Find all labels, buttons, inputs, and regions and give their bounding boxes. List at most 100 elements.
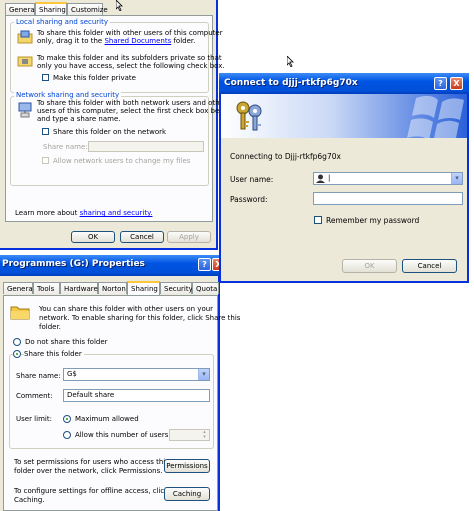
password-input[interactable] [313, 192, 463, 205]
tab-general[interactable]: General [5, 3, 37, 15]
share-network-checkbox[interactable] [42, 128, 49, 135]
max-allowed-label: Maximum allowed [75, 415, 139, 423]
tab-security[interactable]: Security [160, 282, 193, 294]
share-name-input[interactable] [88, 141, 204, 152]
make-private-checkbox[interactable] [42, 74, 49, 81]
tab-customize[interactable]: Customize [67, 3, 108, 15]
user-count-spinner[interactable]: ▴ ▾ [169, 429, 210, 441]
local-sharing-icon [17, 30, 33, 44]
tab-sharing[interactable]: Sharing [35, 2, 67, 16]
share-name-select[interactable]: G$ ▾ [63, 368, 210, 381]
comment-value: Default share [67, 391, 115, 399]
remember-password-label: Remember my password [326, 216, 420, 225]
mouse-pointer-icon [286, 55, 295, 68]
intro-line1: You can share this folder with other use… [39, 305, 214, 313]
share-network-label: Share this folder on the network [53, 128, 167, 136]
make-private-label: Make this folder private [53, 74, 136, 82]
network-share-icon [17, 102, 33, 118]
intro-line3: folder. [39, 323, 61, 331]
local-text-end: folder. [173, 37, 196, 45]
caching-text-line1: To configure settings for offline access… [14, 487, 169, 495]
share-name-value: G$ [67, 370, 77, 378]
tab-quota[interactable]: Quota [192, 282, 219, 294]
connect-dialog: Connect to djjj-rtkfp6g70x ? X Connectin… [219, 73, 469, 283]
shared-folder-icon [10, 304, 30, 320]
spinner-arrows-icon[interactable]: ▴ ▾ [200, 430, 209, 440]
shared-documents-link[interactable]: Shared Documents [104, 37, 171, 45]
user-limit-label: User limit: [16, 415, 52, 423]
username-label: User name: [230, 175, 274, 184]
cancel-button[interactable]: Cancel [402, 259, 457, 273]
title-bar: Connect to djjj-rtkfp6g70x ? X [219, 73, 469, 94]
caching-text-line2: Caching. [14, 496, 45, 504]
tab-norton[interactable]: Norton [98, 282, 127, 294]
local-text-line1: To share this folder with other users of… [37, 29, 223, 37]
keys-icon [233, 99, 267, 133]
allow-change-checkbox[interactable] [42, 157, 49, 164]
help-button[interactable]: ? [434, 77, 447, 90]
tab-general[interactable]: General [3, 282, 35, 294]
username-combobox[interactable]: | ▾ [313, 172, 463, 185]
local-sharing-title: Local sharing and security [14, 18, 111, 26]
connecting-text: Connecting to Djjj-rtkfp6g70x [230, 152, 341, 161]
permissions-button[interactable]: Permissions [164, 459, 210, 473]
dialog-title: Connect to djjj-rtkfp6g70x [224, 78, 358, 88]
intro-line2: network. To enable sharing for this fold… [39, 314, 241, 322]
caching-button[interactable]: Caching [164, 487, 210, 501]
do-not-share-radio[interactable] [13, 338, 21, 346]
user-icon [316, 174, 325, 183]
remember-password-checkbox[interactable] [314, 216, 322, 224]
close-button[interactable]: X [450, 77, 463, 90]
chevron-down-icon[interactable]: ▾ [198, 369, 209, 380]
learn-more-link[interactable]: sharing and security. [80, 209, 153, 217]
tab-panel: Local sharing and security To share this… [5, 15, 231, 222]
help-icon: ? [438, 79, 443, 88]
chevron-down-icon[interactable]: ▾ [451, 173, 462, 184]
network-text-line2: users of this computer, select the first… [37, 107, 232, 115]
tab-strip: General Tools Hardware Norton Sharing Se… [3, 281, 219, 296]
network-text-line1: To share this folder with both network u… [37, 99, 227, 107]
ok-button[interactable]: OK [71, 231, 115, 243]
max-allowed-radio[interactable] [63, 415, 71, 423]
mouse-pointer-icon [115, 0, 124, 12]
tab-tools[interactable]: Tools [33, 282, 60, 294]
tab-hardware[interactable]: Hardware [60, 282, 98, 294]
share-this-radio[interactable] [13, 350, 21, 358]
username-value: | [328, 174, 331, 182]
tab-panel: You can share this folder with other use… [3, 295, 240, 511]
tab-sharing[interactable]: Sharing [127, 281, 160, 295]
learn-more-line: Learn more about sharing and security. [15, 209, 152, 217]
password-label: Password: [230, 195, 268, 204]
window-title: Programmes (G:) Properties [2, 259, 145, 269]
ok-button: OK [342, 259, 397, 273]
folder-properties-window: General Sharing Customize Local sharing … [0, 0, 231, 250]
drive-properties-window: Programmes (G:) Properties ? X General T… [0, 255, 240, 511]
network-sharing-title: Network sharing and security [14, 91, 122, 99]
help-icon: ? [202, 260, 207, 269]
private-text-line2: only you have access, select the followi… [37, 62, 225, 70]
windows-logo-icon [406, 94, 467, 138]
share-name-label: Share name: [16, 372, 61, 380]
network-text-line3: and type a share name. [37, 115, 121, 123]
cancel-button[interactable]: Cancel [120, 231, 164, 243]
permissions-text-line1: To set permissions for users who access … [14, 458, 169, 466]
dialog-banner [221, 94, 467, 138]
do-not-share-label: Do not share this folder [25, 338, 108, 346]
local-text-line2: only, drag it to the Shared Documents fo… [37, 37, 195, 45]
permissions-text-line2: folder over the network, click Permissio… [14, 467, 163, 475]
private-folder-icon [17, 53, 33, 67]
local-text-part: only, drag it to the [37, 37, 103, 45]
help-button[interactable]: ? [198, 258, 211, 271]
share-this-label: Share this folder [24, 350, 84, 358]
apply-button: Apply [167, 231, 211, 243]
close-icon: X [453, 79, 460, 88]
private-text-line1: To make this folder and its subfolders p… [37, 54, 222, 62]
comment-label: Comment: [16, 392, 53, 400]
share-name-label: Share name: [43, 143, 88, 151]
allow-number-label: Allow this number of users: [75, 431, 171, 439]
allow-number-radio[interactable] [63, 431, 71, 439]
title-bar: Programmes (G:) Properties ? X [0, 255, 225, 276]
learn-more-text: Learn more about [15, 209, 78, 217]
allow-change-label: Allow network users to change my files [53, 157, 191, 165]
comment-input[interactable]: Default share [63, 389, 210, 402]
